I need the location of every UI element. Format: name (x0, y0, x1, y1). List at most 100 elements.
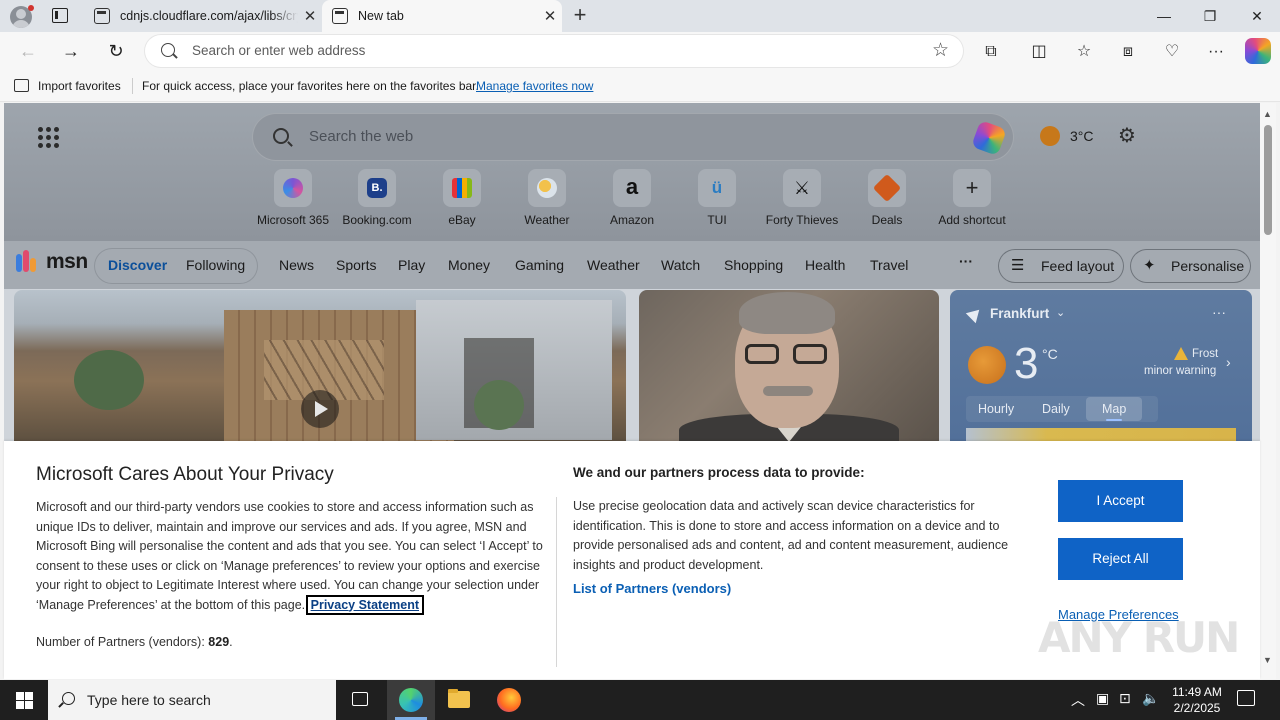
nav-weather[interactable]: Weather (587, 257, 640, 273)
web-search-box[interactable]: Search the web (253, 114, 1013, 160)
accept-button[interactable]: I Accept (1058, 480, 1183, 522)
shortcut-ebay[interactable]: eBay (419, 169, 505, 227)
msn-logo[interactable]: msn (16, 250, 88, 274)
taskbar-search-input[interactable]: Type here to search (87, 692, 211, 708)
minimize-button[interactable]: — (1141, 0, 1187, 32)
favorites-icon[interactable]: ☆ (1072, 40, 1096, 64)
collections-icon[interactable]: ⧈ (1116, 40, 1140, 64)
web-search-input[interactable]: Search the web (309, 128, 413, 145)
weather-tab-daily[interactable]: Daily (1042, 402, 1070, 416)
weather-sun-icon[interactable] (1040, 126, 1060, 146)
partners-count-line: Number of Partners (vendors): 829. (36, 635, 233, 649)
nav-gaming[interactable]: Gaming (515, 257, 564, 273)
active-tab-indicator (1106, 419, 1122, 421)
address-input[interactable]: Search or enter web address (192, 43, 365, 58)
page-scrollbar[interactable]: ▲ ▼ (1260, 103, 1276, 679)
more-menu-icon[interactable]: ··· (1204, 40, 1228, 64)
chevron-down-icon[interactable]: ⌄ (1056, 306, 1065, 319)
reject-all-button[interactable]: Reject All (1058, 538, 1183, 580)
new-tab-button[interactable]: + (568, 4, 592, 28)
privacy-statement-link[interactable]: Privacy Statement (305, 594, 425, 615)
nav-travel[interactable]: Travel (870, 257, 908, 273)
weather-location[interactable]: Frankfurt (990, 306, 1049, 321)
device-icon[interactable]: ▣ (1096, 690, 1109, 707)
show-hidden-icons[interactable]: ︿ (1071, 690, 1085, 710)
firefox-icon[interactable] (484, 680, 532, 720)
nav-sports[interactable]: Sports (336, 257, 376, 273)
shortcut-tui[interactable]: ü TUI (674, 169, 760, 227)
weather-tab-map[interactable]: Map (1102, 402, 1126, 416)
shortcut-deals[interactable]: Deals (844, 169, 930, 227)
copilot-icon[interactable] (1245, 38, 1271, 64)
network-icon[interactable]: ⊡ (1119, 690, 1131, 707)
nav-news[interactable]: News (279, 257, 314, 273)
scroll-down-icon[interactable]: ▼ (1263, 655, 1272, 665)
copilot-icon[interactable] (971, 120, 1007, 156)
weather-map[interactable] (966, 428, 1236, 442)
header-temperature[interactable]: 3°C (1070, 128, 1094, 144)
chevron-right-icon[interactable]: › (1226, 354, 1231, 370)
tab-actions-icon[interactable] (52, 8, 68, 23)
vendors-list-link[interactable]: List of Partners (vendors) (573, 581, 731, 596)
start-button[interactable] (0, 680, 48, 720)
restore-button[interactable]: ❐ (1187, 0, 1233, 32)
nav-play[interactable]: Play (398, 257, 425, 273)
address-bar[interactable]: Search or enter web address ☆ (145, 35, 963, 67)
nav-money[interactable]: Money (448, 257, 490, 273)
split-screen-icon[interactable]: ◫ (1027, 40, 1051, 64)
refresh-icon[interactable]: ↻ (102, 38, 130, 64)
shortcut-amazon[interactable]: a Amazon (589, 169, 675, 227)
tab-following[interactable]: Following (186, 257, 245, 273)
add-shortcut-button[interactable]: + Add shortcut (929, 169, 1015, 227)
partners-label: Number of Partners (vendors): (36, 635, 205, 649)
warning-subtitle[interactable]: minor warning (1144, 365, 1216, 377)
more-categories-icon[interactable]: ··· (959, 253, 973, 269)
browser-essentials-icon[interactable]: ♡ (1160, 40, 1184, 64)
import-favorites-icon[interactable] (14, 79, 29, 92)
news-card-portrait[interactable] (639, 290, 939, 442)
scrollbar-thumb[interactable] (1264, 125, 1272, 235)
tab-discover[interactable]: Discover (108, 257, 167, 273)
feed-layout-button[interactable]: ☰ Feed layout (999, 250, 1123, 282)
weather-unit[interactable]: °C (1042, 346, 1058, 362)
nav-health[interactable]: Health (805, 257, 845, 273)
scroll-up-icon[interactable]: ▲ (1263, 109, 1272, 119)
tab-new-tab[interactable]: New tab ✕ (322, 0, 562, 32)
personalise-button[interactable]: ✦ Personalise (1131, 250, 1250, 282)
more-options-icon[interactable]: ··· (1212, 304, 1226, 320)
extensions-icon[interactable]: ⧉ (979, 40, 1003, 64)
shortcut-label: Weather (524, 213, 570, 227)
weather-card[interactable]: Frankfurt ⌄ ··· 3 °C Frost minor warning… (950, 290, 1252, 442)
card-image-glasses (745, 344, 829, 364)
tab-cdnjs[interactable]: cdnjs.cloudflare.com/ajax/libs/crypto-js… (84, 0, 322, 32)
shortcut-microsoft-365[interactable]: Microsoft 365 (250, 169, 336, 227)
shortcut-weather[interactable]: Weather (504, 169, 590, 227)
shortcut-booking[interactable]: B. Booking.com (334, 169, 420, 227)
nav-watch[interactable]: Watch (661, 257, 700, 273)
play-icon[interactable] (301, 390, 339, 428)
volume-icon[interactable]: 🔈 (1142, 690, 1159, 707)
nav-shopping[interactable]: Shopping (724, 257, 783, 273)
task-view-icon[interactable] (336, 680, 384, 720)
shortcut-forty-thieves[interactable]: ⚔ Forty Thieves (759, 169, 845, 227)
forward-arrow-icon[interactable]: → (57, 38, 85, 64)
manage-favorites-link[interactable]: Manage favorites now (476, 79, 593, 93)
tab-close-icon[interactable]: ✕ (538, 7, 562, 25)
notifications-icon[interactable] (1237, 690, 1255, 706)
amazon-icon: a (625, 174, 639, 199)
taskbar-search-box[interactable]: Type here to search (48, 680, 336, 720)
tab-close-icon[interactable]: ✕ (298, 7, 322, 25)
edge-taskbar-icon[interactable] (387, 680, 435, 720)
weather-temperature: 3 (1014, 339, 1039, 388)
warning-title[interactable]: Frost (1192, 348, 1218, 360)
settings-gear-icon[interactable]: ⚙ (1116, 125, 1138, 147)
import-favorites-button[interactable]: Import favorites (38, 79, 121, 93)
video-card[interactable] (14, 290, 626, 442)
file-explorer-icon[interactable] (435, 680, 483, 720)
back-arrow-icon[interactable]: ← (14, 38, 42, 64)
app-launcher-icon[interactable] (38, 127, 59, 148)
favorite-star-icon[interactable]: ☆ (932, 39, 949, 62)
system-clock[interactable]: 11:49 AM 2/2/2025 (1168, 684, 1226, 716)
weather-tab-hourly[interactable]: Hourly (978, 402, 1014, 416)
close-window-button[interactable]: ✕ (1234, 0, 1280, 32)
